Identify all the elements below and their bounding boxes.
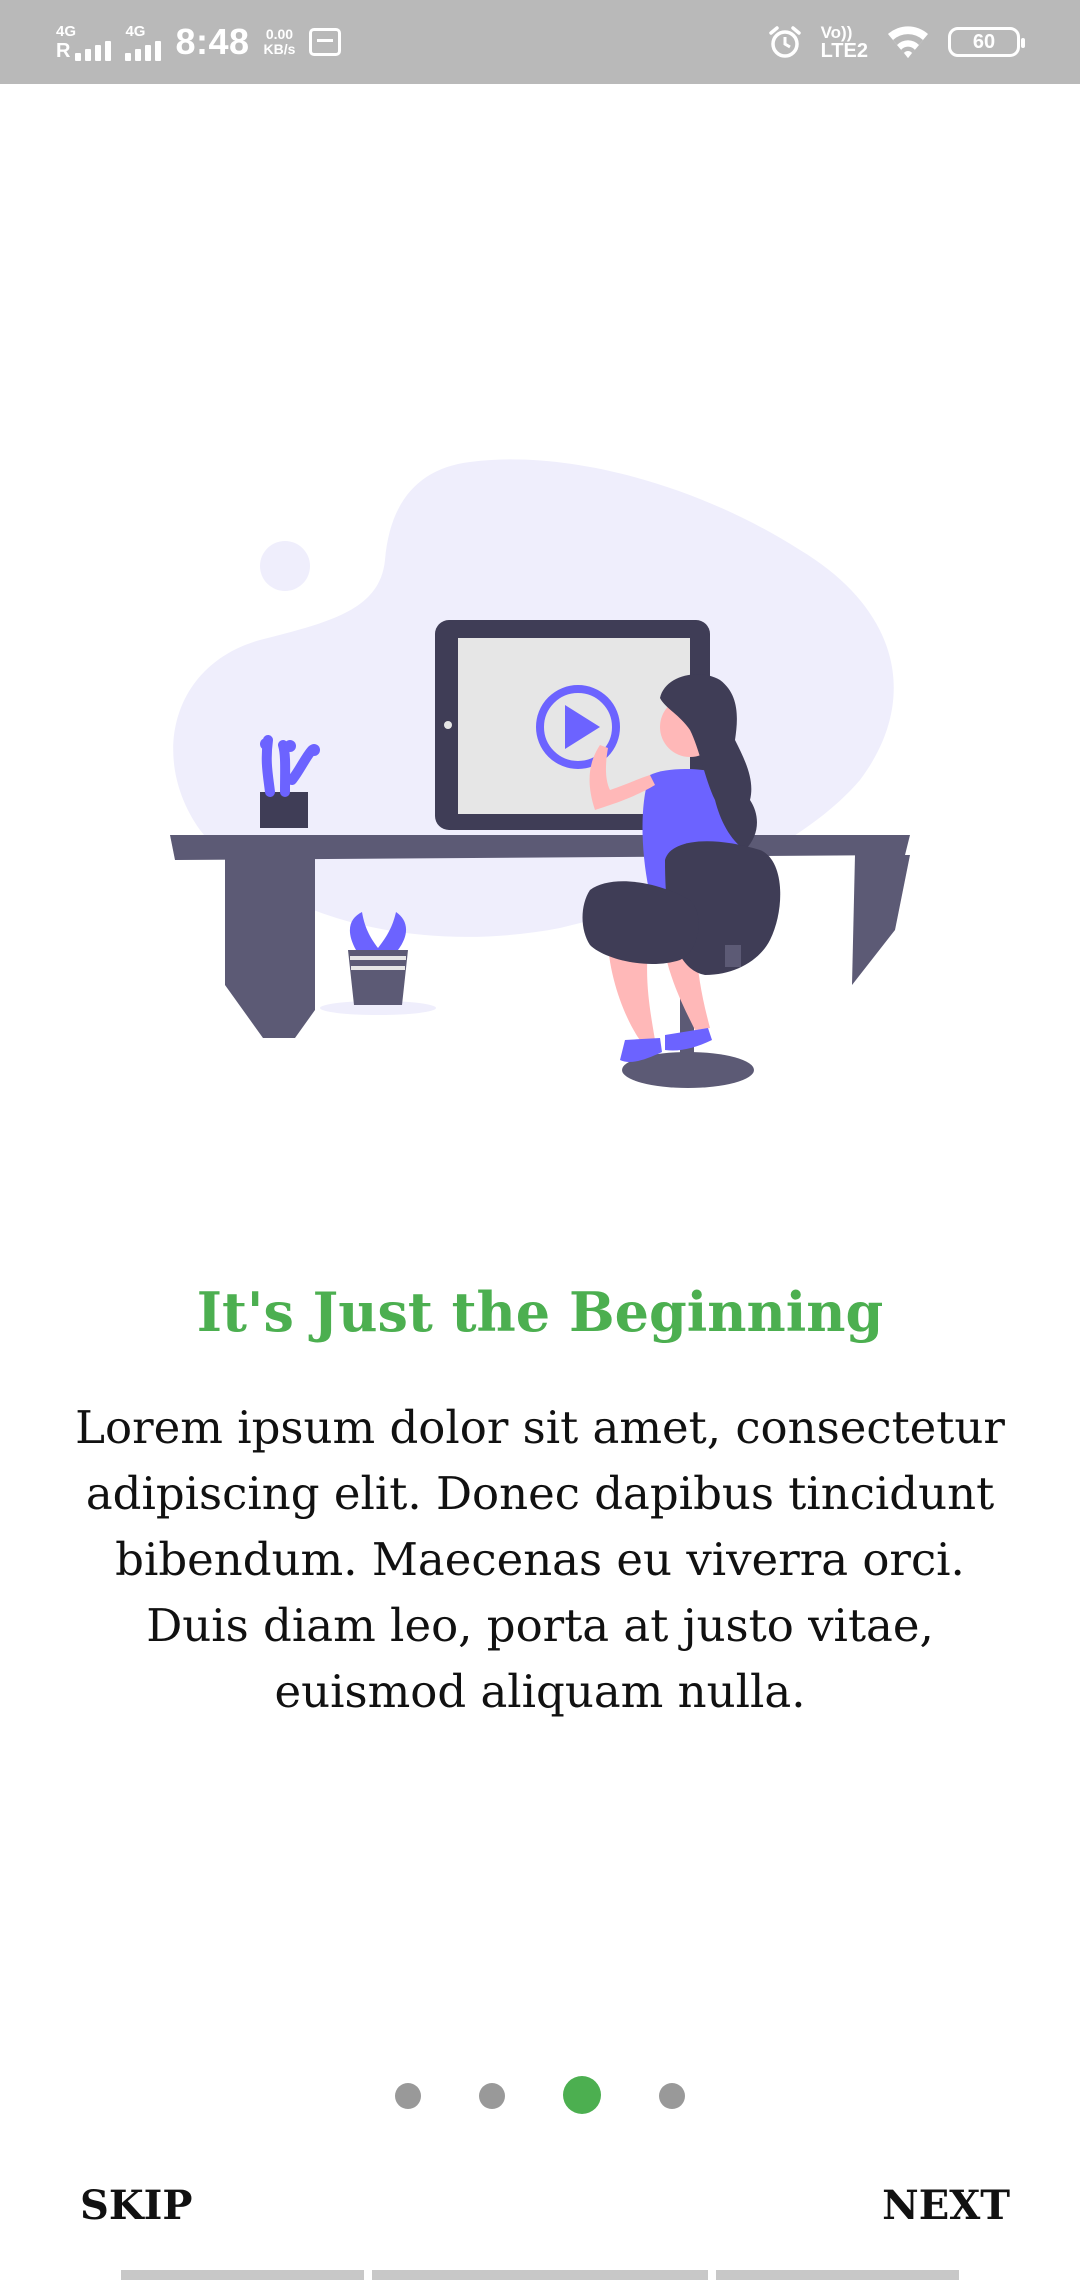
- speed-unit: KB/s: [263, 41, 296, 57]
- cactus-pot: [260, 792, 308, 828]
- status-bar-right: Vo)) LTE2 60: [767, 0, 1025, 84]
- network-speed: 0.00 KB/s: [264, 27, 296, 57]
- status-bar-left: 4G R 4G 8:48 0.00 KB/s: [56, 0, 342, 84]
- background-dot: [260, 541, 310, 591]
- signal-bars-icon: [75, 39, 112, 61]
- status-bar: 4G R 4G 8:48 0.00 KB/s Vo)) LTE2 60: [0, 0, 1080, 84]
- gallery-icon: [309, 28, 342, 56]
- volte-bottom: LTE2: [820, 40, 868, 62]
- roaming-indicator: R: [56, 39, 71, 62]
- status-time: 8:48: [175, 21, 250, 62]
- page-dot-4[interactable]: [659, 2083, 685, 2109]
- nav-hint-right: [716, 2270, 959, 2280]
- page-dot-1[interactable]: [395, 2083, 421, 2109]
- volte-indicator: Vo)) LTE2: [820, 24, 868, 62]
- signal-sim1: 4G R: [56, 22, 112, 62]
- onboarding-description: Lorem ipsum dolor sit amet, consectetur …: [75, 1401, 1005, 1718]
- page-dot-3-active[interactable]: [563, 2076, 601, 2114]
- page-indicator: [0, 2076, 1080, 2116]
- network-type-2: 4G: [125, 22, 146, 40]
- desk-top: [170, 835, 910, 860]
- alarm-icon: [768, 26, 801, 58]
- tablet-button: [444, 721, 452, 729]
- nav-hint-center: [372, 2270, 708, 2280]
- skip-button[interactable]: SKIP: [80, 2182, 192, 2229]
- speed-value: 0.00: [265, 26, 294, 42]
- battery-icon: 60: [948, 27, 1025, 57]
- desk-leg-left: [225, 858, 315, 1038]
- nav-hint-left: [121, 2270, 364, 2280]
- onboarding-title: It's Just the Beginning: [196, 1280, 884, 1344]
- wifi-icon: [888, 26, 928, 58]
- signal-sim2: 4G: [125, 22, 162, 61]
- signal-bars-icon: [125, 39, 162, 61]
- onboarding-illustration: [170, 459, 910, 1088]
- battery-level: 60: [972, 30, 996, 53]
- network-type-1: 4G: [56, 22, 77, 40]
- desk-leg-right: [852, 855, 910, 985]
- page-dot-2[interactable]: [479, 2083, 505, 2109]
- next-button[interactable]: NEXT: [882, 2182, 1010, 2229]
- onboarding-screen: 4G R 4G 8:48 0.00 KB/s Vo)) LTE2 60 It's…: [0, 0, 1080, 2280]
